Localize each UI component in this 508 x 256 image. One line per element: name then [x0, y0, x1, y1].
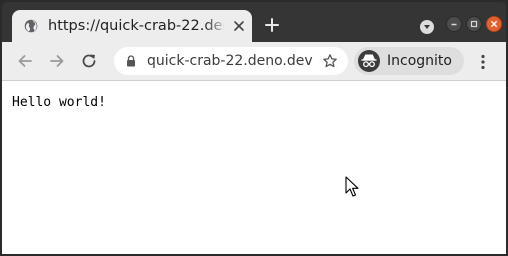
- incognito-profile-button[interactable]: Incognito: [354, 47, 464, 75]
- incognito-icon: [358, 50, 380, 72]
- reload-icon[interactable]: [80, 52, 98, 70]
- browser-window: https://quick-crab-22.deno.dev: [2, 2, 506, 254]
- star-icon[interactable]: [322, 53, 338, 69]
- kebab-menu-icon[interactable]: [476, 53, 490, 71]
- mouse-cursor-icon: [345, 176, 359, 197]
- tab-strip: https://quick-crab-22.deno.dev: [2, 2, 506, 42]
- close-icon: [491, 21, 497, 27]
- arrow-right-icon[interactable]: [48, 52, 66, 70]
- arrow-left-icon[interactable]: [16, 52, 34, 70]
- address-bar[interactable]: quick-crab-22.deno.dev: [114, 47, 348, 75]
- minimize-button[interactable]: [446, 16, 462, 32]
- close-icon[interactable]: [232, 19, 246, 33]
- tab-title: https://quick-crab-22.deno.dev: [48, 18, 224, 34]
- tab-title-fade: [204, 14, 228, 38]
- chevron-down-icon[interactable]: [420, 20, 434, 34]
- page-body-text: Hello world!: [12, 95, 106, 110]
- tab-active[interactable]: https://quick-crab-22.deno.dev: [12, 10, 252, 42]
- incognito-label: Incognito: [387, 53, 452, 69]
- window-close-button[interactable]: [486, 16, 502, 32]
- lock-icon[interactable]: [126, 55, 136, 67]
- maximize-button[interactable]: [466, 16, 482, 32]
- browser-toolbar: quick-crab-22.deno.dev Incognito: [2, 42, 506, 81]
- page-content: Hello world!: [2, 81, 506, 254]
- minimize-icon: [451, 23, 457, 26]
- maximize-icon: [470, 20, 478, 28]
- address-url[interactable]: quick-crab-22.deno.dev: [147, 52, 313, 70]
- globe-icon: [24, 19, 38, 33]
- plus-icon[interactable]: [264, 17, 280, 33]
